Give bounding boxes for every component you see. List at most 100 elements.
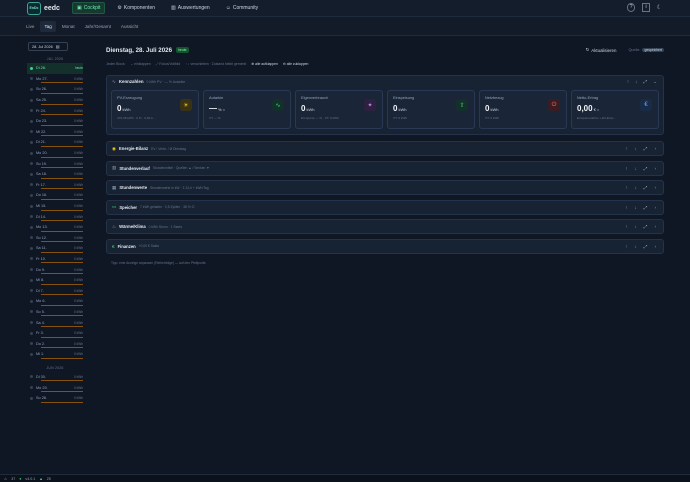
kpi-card[interactable]: PV-Erzeugung 0kWh 370,38 kWh · 0 % · 0,00 …: [111, 90, 199, 129]
day-item[interactable]: Di 14. 0 kWh: [27, 211, 83, 222]
day-value: 0 kWh: [73, 235, 83, 240]
day-item[interactable]: Fr 3. 0 kWh: [27, 328, 83, 339]
day-item[interactable]: Di 28. heute: [27, 63, 83, 74]
collapse-icon[interactable]: ⌄: [653, 79, 657, 85]
day-item[interactable]: Sa 11. 0 kWh: [27, 243, 83, 254]
expand-icon[interactable]: ›: [654, 224, 656, 229]
section-subtitle: Stundenwerte in kW · Σ 24-h + kWh/Tag: [150, 185, 209, 190]
day-label: So 26.: [36, 87, 47, 92]
day-item[interactable]: Mi 1. 0 kWh: [27, 349, 83, 360]
day-item[interactable]: Sa 4. 0 kWh: [27, 317, 83, 328]
day-item[interactable]: So 12. 0 kWh: [27, 233, 83, 244]
section-speicher[interactable]: ▭ Speicher 7 kWh geladen · 0,5 Zyklen · 38…: [106, 199, 664, 215]
day-item[interactable]: Di 30. 0 kWh: [27, 372, 83, 383]
app-logo[interactable]: EnDc: [27, 1, 41, 15]
source-value[interactable]: gespeichert: [642, 48, 664, 52]
day-item[interactable]: Di 21. 0 kWh: [27, 137, 83, 148]
move-up-icon[interactable]: ↑: [625, 205, 627, 210]
move-up-icon[interactable]: ↑: [625, 224, 627, 229]
move-up-icon[interactable]: ↑: [625, 146, 627, 151]
day-item[interactable]: Mo 27. 0 kWh: [27, 74, 83, 85]
fullscreen-icon[interactable]: ⤢: [643, 79, 647, 85]
day-item[interactable]: Fr 10. 0 kWh: [27, 254, 83, 265]
day-item[interactable]: Do 23. 0 kWh: [27, 116, 83, 127]
fullscreen-icon[interactable]: ⤢: [644, 224, 648, 229]
day-item[interactable]: Mi 15. 0 kWh: [27, 201, 83, 212]
day-label: Mi 15.: [36, 204, 47, 209]
section-energie-bilanz[interactable]: ◉ Energie-Bilanz EV / Verbr. / Ø Dienstag ↑…: [106, 141, 664, 156]
day-item[interactable]: Di 7. 0 kWh: [27, 285, 83, 296]
kpi-card[interactable]: Netto-Ertrag 0,00€ ○ Einspeise-Erlös + EV-…: [571, 90, 659, 129]
move-down-icon[interactable]: ↓: [634, 146, 636, 151]
day-bar: [41, 145, 83, 147]
move-down-icon[interactable]: ↓: [634, 166, 636, 171]
nav-komponenten[interactable]: ⚙ Komponenten: [113, 2, 159, 14]
expand-all-link[interactable]: ⊕ alle aufklappen: [251, 62, 278, 66]
section-stundenwerte[interactable]: ▦ Stundenwerte Stundenwerte in kW · Σ 24-h…: [106, 180, 664, 195]
move-down-icon[interactable]: ↓: [635, 79, 637, 85]
tab-jahr-gesamt[interactable]: Jahr/Gesamt: [81, 21, 115, 32]
day-item[interactable]: Do 9. 0 kWh: [27, 264, 83, 275]
day-item[interactable]: Fr 24. 0 kWh: [27, 105, 83, 116]
day-item[interactable]: Mo 29. 0 kWh: [27, 382, 83, 393]
day-bar: [41, 315, 83, 317]
day-item[interactable]: Fr 17. 0 kWh: [27, 180, 83, 191]
tab-live[interactable]: Live: [22, 21, 38, 32]
fullscreen-icon[interactable]: ⤢: [644, 244, 648, 249]
expand-icon[interactable]: ›: [654, 185, 656, 190]
day-item[interactable]: Sa 18. 0 kWh: [27, 169, 83, 180]
day-item[interactable]: Sa 25. 0 kWh: [27, 95, 83, 106]
day-item[interactable]: Do 16. 0 kWh: [27, 190, 83, 201]
help-icon[interactable]: ?: [626, 3, 636, 12]
expand-icon[interactable]: ›: [654, 166, 656, 171]
kpi-card[interactable]: Netzbezug 0kWh VT: 0 kWh ⏻: [479, 90, 567, 129]
move-down-icon[interactable]: ↓: [634, 244, 636, 249]
day-item[interactable]: Mo 20. 0 kWh: [27, 148, 83, 159]
section-stundenverlauf[interactable]: ▥ Stundenverlauf Stundenmittel · Quellen ▲…: [106, 160, 664, 176]
collapse-all-link[interactable]: ⊖ alle zuklappen: [283, 62, 308, 66]
day-item[interactable]: Mi 8. 0 kWh: [27, 275, 83, 286]
day-item[interactable]: Do 2. 0 kWh: [27, 338, 83, 349]
move-up-icon[interactable]: ↑: [625, 244, 627, 249]
day-item[interactable]: Mo 6. 0 kWh: [27, 296, 83, 307]
section-w-rme-klima[interactable]: ♨ Wärme/Klima 0 kWh Strom · 1 Starts ↑ ↓ ⤢ ›: [106, 219, 664, 234]
day-item[interactable]: Mi 22. 0 kWh: [27, 127, 83, 138]
move-down-icon[interactable]: ↓: [634, 185, 636, 190]
day-label: Di 28.: [36, 66, 46, 71]
expand-icon[interactable]: ›: [654, 146, 656, 151]
move-up-icon[interactable]: ↑: [625, 185, 627, 190]
day-bar: [41, 124, 83, 126]
move-up-icon[interactable]: ↑: [627, 79, 629, 85]
theme-toggle-icon[interactable]: ☾: [657, 4, 662, 11]
move-down-icon[interactable]: ↓: [634, 224, 636, 229]
kpi-card[interactable]: Einspeisung 0kWh VT: 0 kWh ⇧: [387, 90, 475, 129]
day-label: Di 30.: [36, 374, 46, 379]
info-icon[interactable]: i: [642, 3, 650, 12]
move-down-icon[interactable]: ↓: [634, 205, 636, 210]
kpi-card[interactable]: Autarkie —% ○ VT — % ∿: [203, 90, 291, 129]
kpi-value-number: —: [209, 104, 217, 113]
day-item[interactable]: So 5. 0 kWh: [27, 307, 83, 318]
nav-auswertungen[interactable]: ▥ Auswertungen: [167, 2, 214, 14]
refresh-button[interactable]: ↻ Aktualisieren: [586, 47, 617, 53]
day-dot-icon: [30, 299, 33, 303]
nav-community[interactable]: ☺ Community: [222, 2, 262, 14]
expand-icon[interactable]: ›: [654, 205, 656, 210]
section-finanzen[interactable]: € Finanzen +0,00 € Saldo ↑ ↓ ⤢ ›: [106, 238, 664, 254]
fullscreen-icon[interactable]: ⤢: [644, 205, 648, 210]
fullscreen-icon[interactable]: ⤢: [644, 185, 648, 190]
tab-monat[interactable]: Monat: [58, 21, 79, 32]
expand-icon[interactable]: ›: [654, 244, 656, 249]
day-item[interactable]: So 26. 0 kWh: [27, 84, 83, 95]
move-up-icon[interactable]: ↑: [625, 166, 627, 171]
tab-tag[interactable]: Tag: [40, 20, 56, 32]
kpi-card[interactable]: Eigenverbrauch 0kWh EV-Quote — % · VT: 0 k…: [295, 90, 383, 129]
fullscreen-icon[interactable]: ⤢: [644, 146, 648, 151]
date-picker[interactable]: 28. Jul 2026 ▤: [28, 42, 68, 51]
day-item[interactable]: Mo 13. 0 kWh: [27, 222, 83, 233]
tab-aussicht[interactable]: Aussicht: [117, 21, 142, 32]
fullscreen-icon[interactable]: ⤢: [644, 166, 648, 171]
day-item[interactable]: So 19. 0 kWh: [27, 158, 83, 169]
day-item[interactable]: So 28. 0 kWh: [27, 393, 83, 404]
nav-cockpit[interactable]: ▣ Cockpit: [71, 2, 106, 14]
